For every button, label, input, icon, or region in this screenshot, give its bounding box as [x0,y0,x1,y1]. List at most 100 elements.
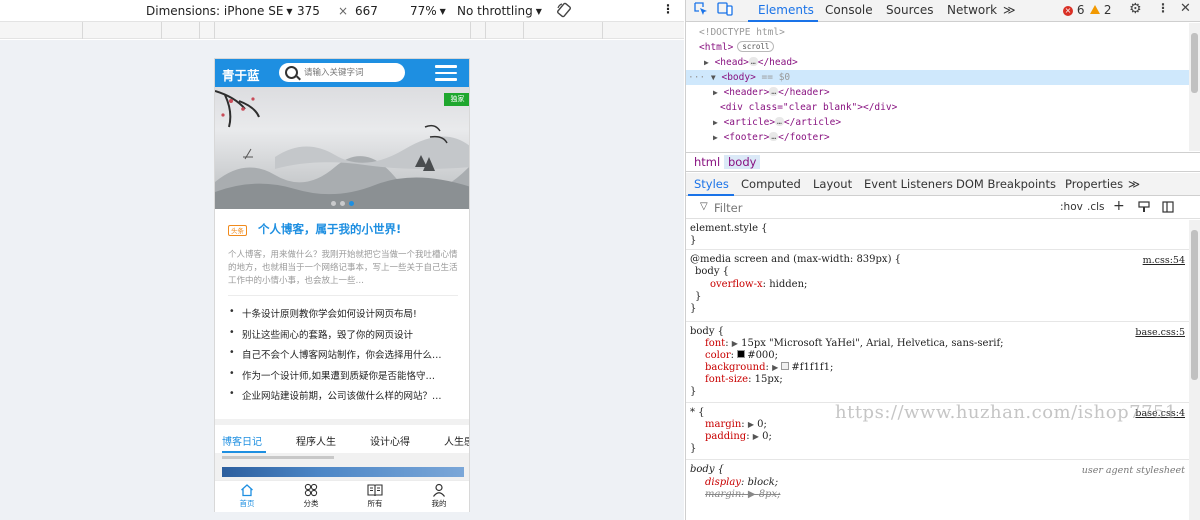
dom-node-div[interactable]: <div class="clear blank"></div> [686,100,1189,115]
dom-node-body-selected[interactable]: ··· ▼ <body> == $0 [686,70,1189,85]
more-tabs-icon[interactable]: ≫ [1003,3,1016,17]
color-declaration[interactable]: color: #000; [705,350,778,362]
scrollbar-thumb[interactable] [1191,33,1198,93]
dom-node-head[interactable]: ▶ <head>… </head> [686,55,1189,70]
styles-scrollbar[interactable] [1189,220,1200,520]
tabs-scrollbar[interactable] [222,456,334,459]
nav-home[interactable]: 首页 [227,483,267,509]
rule-element-style[interactable]: element.style { } [686,220,1189,250]
class-toggle[interactable]: .cls [1087,201,1105,213]
tab-layout[interactable]: Layout [813,177,852,191]
collapsed-ellipsis[interactable]: … [748,57,758,66]
tab-styles[interactable]: Styles [694,177,729,191]
rotate-icon[interactable] [556,2,572,21]
dom-node-html[interactable]: <html> scroll [686,40,1189,55]
device-toggle-icon[interactable] [717,2,733,19]
margin-prop: margin [705,419,742,430]
article-item[interactable]: 自己不会个人博客网站制作，你会选择用什么… [228,347,460,368]
margin-declaration[interactable]: margin: ▶ 0; [705,419,767,431]
article-item[interactable]: 作为一个设计师,如果遭到质疑你是否能恪守… [228,368,460,389]
tab-event-listeners[interactable]: Event Listeners [864,177,953,191]
expand-arrow-icon[interactable]: ▶ [704,58,709,67]
more-options-icon[interactable]: ⋮ [662,2,674,16]
devtools-menu-icon[interactable]: ⋮ [1157,1,1169,15]
collapsed-ellipsis[interactable]: … [769,132,779,141]
hover-state-toggle[interactable]: :hov [1060,201,1083,213]
tab-programmer-life[interactable]: 程序人生 [296,433,336,448]
nav-category[interactable]: 分类 [291,483,331,509]
rule-media-body[interactable]: @media screen and (max-width: 839px) { m… [686,251,1189,322]
font-declaration[interactable]: font: ▶ 15px "Microsoft YaHei", Arial, H… [705,338,1004,350]
dom-node-doctype[interactable]: <!DOCTYPE html> [686,25,1189,40]
node-menu-icon[interactable]: ··· [688,72,705,83]
zoom-dropdown[interactable]: 77% ▼ [410,4,446,18]
tab-elements[interactable]: Elements [758,3,814,17]
scroll-badge[interactable]: scroll [737,41,775,52]
throttling-dropdown[interactable]: No throttling ▼ [457,4,542,18]
tab-sources[interactable]: Sources [886,3,933,17]
background-declaration[interactable]: background: ▶ #f1f1f1; [705,362,833,374]
sidebar-toggle-icon[interactable] [1162,201,1174,216]
tab-computed[interactable]: Computed [741,177,801,191]
color-swatch[interactable] [737,350,746,358]
expand-arrow-icon[interactable]: ▶ [753,432,759,441]
dom-node-article[interactable]: ▶ <article>… </article> [686,115,1189,130]
overflow-declaration[interactable]: overflow-x: hidden; [710,279,807,291]
tab-properties[interactable]: Properties [1065,177,1123,191]
carousel-dot[interactable] [331,201,336,206]
expand-arrow-icon[interactable]: ▶ [748,420,754,429]
font-size-declaration[interactable]: font-size: 15px; [705,374,783,386]
dom-node-footer[interactable]: ▶ <footer>… </footer> [686,130,1189,145]
close-icon[interactable]: ✕ [1180,1,1191,16]
article-item[interactable]: 企业网站建设前期，公司该做什么样的网站？… [228,388,460,409]
dimensions-dropdown[interactable]: Dimensions: iPhone SE ▼ [146,4,293,18]
tab-design-notes[interactable]: 设计心得 [370,433,410,448]
width-input[interactable]: 375 [297,4,320,18]
expand-arrow-icon[interactable]: ▶ [772,363,778,372]
rule-body-base[interactable]: body { base.css:5 font: ▶ 15px "Microsof… [686,323,1189,403]
settings-gear-icon[interactable]: ⚙ [1129,1,1142,17]
nav-mine[interactable]: 我的 [419,483,459,509]
m-css-link[interactable]: m.css:54 [1143,255,1185,267]
tab-network[interactable]: Network [947,3,997,17]
tab-blog-diary[interactable]: 博客日记 [222,433,262,448]
headline-title[interactable]: 个人博客，属于我的小世界! [258,221,401,237]
banner-carousel[interactable]: 独家 [215,87,469,209]
warning-counter[interactable]: 2 [1090,3,1111,17]
tab-life[interactable]: 人生感 [444,433,469,448]
padding-declaration[interactable]: padding: ▶ 0; [705,431,772,443]
tab-dom-breakpoints[interactable]: DOM Breakpoints [956,177,1056,191]
tab-console[interactable]: Console [825,3,873,17]
expand-arrow-icon[interactable]: ▶ [713,118,718,127]
nav-all[interactable]: 所有 [355,483,395,509]
breadcrumb-body[interactable]: body [724,155,761,169]
article-item[interactable]: 十条设计原则教你学会如何设计网页布局! [228,306,460,327]
color-swatch[interactable] [781,362,790,370]
styles-filter-input[interactable] [714,200,1014,216]
more-subtabs-icon[interactable]: ≫ [1128,177,1140,191]
base-css-link[interactable]: base.css:5 [1135,327,1185,339]
collapsed-ellipsis[interactable]: … [775,117,784,126]
collapse-arrow-icon[interactable]: ▼ [711,73,716,82]
breadcrumb-html[interactable]: html [690,155,724,169]
expand-arrow-icon[interactable]: ▶ [713,88,718,97]
carousel-dot-active[interactable] [349,201,354,206]
error-counter[interactable]: × 6 [1063,3,1084,17]
new-rule-icon[interactable]: + [1113,198,1125,214]
carousel-dot[interactable] [340,201,345,206]
hamburger-menu-icon[interactable] [435,65,457,81]
expand-arrow-icon[interactable]: ▶ [713,133,718,142]
paint-icon[interactable] [1138,201,1150,216]
scrollbar-thumb[interactable] [1191,230,1198,380]
article-thumbnail[interactable] [222,467,464,477]
dom-tree-scrollbar[interactable] [1189,23,1200,151]
height-input[interactable]: 667 [355,4,378,18]
search-input[interactable] [304,66,400,79]
site-logo[interactable]: 青于蓝 [222,65,260,84]
dom-node-header[interactable]: ▶ <header>… </header> [686,85,1189,100]
collapsed-ellipsis[interactable]: … [769,87,779,96]
inspect-element-icon[interactable] [694,2,708,19]
expand-arrow-icon[interactable]: ▶ [732,339,738,348]
article-item[interactable]: 别让这些闹心的套路，毁了你的网页设计 [228,327,460,348]
rule-user-agent[interactable]: body { user agent stylesheet display: bl… [686,461,1189,520]
